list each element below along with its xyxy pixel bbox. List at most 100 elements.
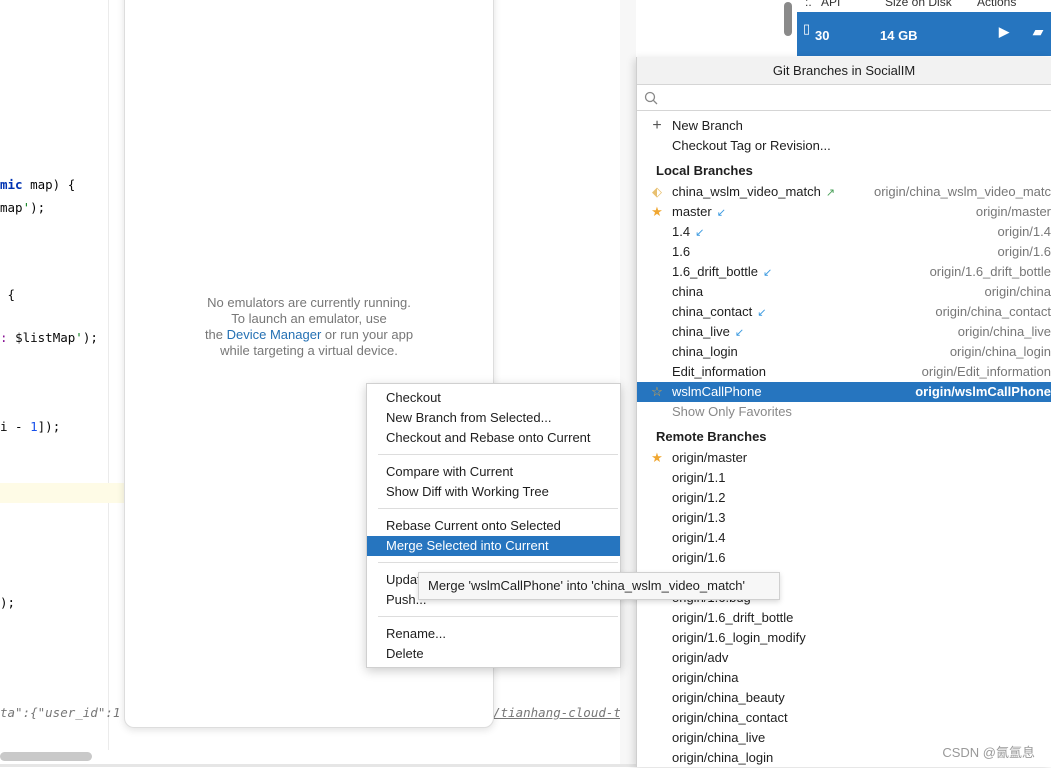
- menu-item-delete[interactable]: Delete: [367, 644, 620, 664]
- msg-line: the Device Manager or run your app: [125, 327, 493, 343]
- tracked-remote: origin/Edit_information: [922, 362, 1051, 382]
- remote-branch-item[interactable]: origin/china_beauty: [637, 688, 1051, 708]
- branch-name: origin/china_beauty: [672, 688, 785, 708]
- incoming-arrow-icon: ↙: [695, 227, 704, 239]
- editor-scrollbar-track: [620, 0, 636, 767]
- local-branches-header: Local Branches: [637, 156, 1051, 182]
- new-branch-action[interactable]: +New Branch: [637, 116, 1051, 136]
- branch-name: origin/1.3: [672, 508, 725, 528]
- branch-item[interactable]: 1.4↙origin/1.4: [637, 222, 1051, 242]
- branch-item[interactable]: 1.6 origin/1.6: [637, 242, 1051, 262]
- device-icon: ▯: [803, 21, 810, 37]
- code-line: : $listMap');: [0, 330, 98, 345]
- show-only-favorites[interactable]: Show Only Favorites: [637, 402, 1051, 422]
- branch-item[interactable]: ★master↙origin/master: [637, 202, 1051, 222]
- device-api: 30: [815, 28, 829, 43]
- code-line: mic map) {: [0, 177, 75, 192]
- branch-item[interactable]: ⬖ china_wslm_video_match↗ origin/china_wsl…: [637, 182, 1051, 202]
- menu-separator: [378, 562, 618, 563]
- checkout-tag-action[interactable]: Checkout Tag or Revision...: [637, 136, 1051, 156]
- remote-branch-item[interactable]: origin/1.2: [637, 488, 1051, 508]
- branch-name: china_live↙: [672, 322, 744, 343]
- branch-name: 1.6: [672, 242, 690, 262]
- branch-item[interactable]: Edit_information origin/Edit_information: [637, 362, 1051, 382]
- menu-item-compare-with-current[interactable]: Compare with Current: [367, 462, 620, 482]
- menu-item-new-branch-from-selected[interactable]: New Branch from Selected...: [367, 408, 620, 428]
- incoming-arrow-icon: ↙: [717, 207, 726, 219]
- branch-name: 1.6_drift_bottle↙: [672, 262, 772, 283]
- remote-branches-header: Remote Branches: [637, 422, 1051, 448]
- menu-item-checkout[interactable]: Checkout: [367, 388, 620, 408]
- device-row[interactable]: ▯ 30 14 GB ▶ ▰: [797, 12, 1051, 56]
- remote-branch-item[interactable]: origin/china: [637, 668, 1051, 688]
- tracked-remote: origin/1.6_drift_bottle: [930, 262, 1051, 282]
- tag-icon: ⬖: [649, 182, 665, 202]
- play-icon[interactable]: ▶: [999, 24, 1009, 40]
- menu-item-rebase-current-onto-selected[interactable]: Rebase Current onto Selected: [367, 516, 620, 536]
- code-line: );: [0, 595, 15, 610]
- branch-name: china: [672, 282, 703, 302]
- remote-branch-item[interactable]: origin/1.1: [637, 468, 1051, 488]
- merge-tooltip: Merge 'wslmCallPhone' into 'china_wslm_v…: [418, 572, 780, 600]
- menu-item-show-diff-with-working-tree[interactable]: Show Diff with Working Tree: [367, 482, 620, 502]
- branch-context-menu: CheckoutNew Branch from Selected...Check…: [366, 383, 621, 668]
- watermark: CSDN @氤氲息: [942, 742, 1035, 761]
- tracked-remote: origin/china_contact: [935, 302, 1051, 322]
- remote-branch-item[interactable]: origin/1.6_login_modify: [637, 628, 1051, 648]
- branch-item[interactable]: 1.6_drift_bottle↙ origin/1.6_drift_bottle: [637, 262, 1051, 282]
- branch-name: origin/adv: [672, 648, 728, 668]
- branch-name: Edit_information: [672, 362, 766, 382]
- branch-item[interactable]: china_contact↙ origin/china_contact: [637, 302, 1051, 322]
- branch-name: Show Only Favorites: [672, 402, 792, 422]
- code-line: map');: [0, 200, 45, 215]
- branch-name: wslmCallPhone: [672, 382, 762, 402]
- branch-item[interactable]: china origin/china: [637, 282, 1051, 302]
- branch-name: china_wslm_video_match↗: [672, 182, 835, 203]
- branch-name: Checkout Tag or Revision...: [672, 136, 831, 156]
- menu-item-merge-selected-into-current[interactable]: Merge Selected into Current: [367, 536, 620, 556]
- branch-name: china_contact↙: [672, 302, 766, 323]
- plus-icon: +: [649, 116, 665, 136]
- branch-name: origin/1.6: [672, 548, 725, 568]
- log-link[interactable]: /tianhang-cloud-tes: [493, 705, 636, 720]
- device-manager-link[interactable]: Device Manager: [227, 327, 322, 342]
- branch-name: origin/china_login: [672, 748, 773, 768]
- search-icon: [644, 91, 658, 105]
- branch-item[interactable]: china_login origin/china_login: [637, 342, 1051, 362]
- folder-icon[interactable]: ▰: [1033, 24, 1043, 40]
- branch-name: origin/1.6_drift_bottle: [672, 608, 793, 628]
- remote-branch-item[interactable]: origin/china_contact: [637, 708, 1051, 728]
- outgoing-arrow-icon: ↗: [826, 187, 835, 199]
- horizontal-scrollbar[interactable]: [0, 752, 92, 761]
- branch-name: origin/1.1: [672, 468, 725, 488]
- branch-name: master↙: [672, 202, 726, 223]
- remote-branch-item[interactable]: origin/1.3: [637, 508, 1051, 528]
- tracked-remote: origin/china_live: [958, 322, 1051, 342]
- branch-name: origin/master: [672, 448, 747, 468]
- tracked-remote: origin/master: [976, 202, 1051, 222]
- menu-separator: [378, 508, 618, 509]
- branch-item[interactable]: china_live↙ origin/china_live: [637, 322, 1051, 342]
- remote-branch-item[interactable]: origin/1.4: [637, 528, 1051, 548]
- branch-search-input[interactable]: [637, 85, 1051, 111]
- remote-branch-item[interactable]: origin/1.6: [637, 548, 1051, 568]
- remote-branch-item[interactable]: origin/1.6_drift_bottle: [637, 608, 1051, 628]
- menu-separator: [378, 454, 618, 455]
- menu-item-rename[interactable]: Rename...: [367, 624, 620, 644]
- branch-name: origin/china: [672, 668, 739, 688]
- remote-branch-item[interactable]: origin/adv: [637, 648, 1051, 668]
- remote-branch-item[interactable]: ★origin/master: [637, 448, 1051, 468]
- tracked-remote: origin/china: [985, 282, 1051, 302]
- msg-line: To launch an emulator, use: [125, 311, 493, 327]
- tracked-remote: origin/china_login: [950, 342, 1051, 362]
- tracked-remote: origin/1.6: [998, 242, 1051, 262]
- incoming-arrow-icon: ↙: [735, 327, 744, 339]
- branch-item[interactable]: ☆wslmCallPhoneorigin/wslmCallPhone: [637, 382, 1051, 402]
- msg-line: No emulators are currently running.: [125, 295, 493, 311]
- branch-name: china_login: [672, 342, 738, 362]
- no-emulator-message: No emulators are currently running. To l…: [125, 295, 493, 359]
- vertical-scrollbar[interactable]: [784, 2, 792, 36]
- menu-item-checkout-and-rebase-onto-current[interactable]: Checkout and Rebase onto Current: [367, 428, 620, 448]
- popup-title: Git Branches in SocialIM: [637, 57, 1051, 85]
- tracked-remote: origin/china_wslm_video_matc: [874, 182, 1051, 202]
